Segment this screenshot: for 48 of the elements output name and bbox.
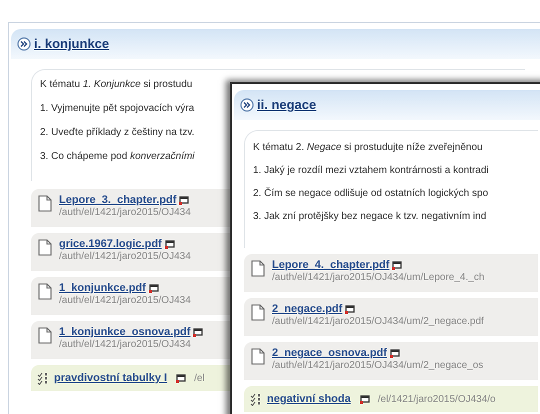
new-window-icon[interactable] xyxy=(164,240,175,248)
file-link[interactable]: Lepore_4._chapter.pdf xyxy=(272,258,390,272)
intro-text: 3. Jak zní protějšky bez negace k tzv. negativním ind xyxy=(253,210,486,224)
intro-text: 1. Jaký je rozdíl mezi vztahem kontrárnosti a kontradi xyxy=(253,164,489,178)
intro-text: K tématu 2. Negace si prostudujte níže zveřejněnou xyxy=(253,141,483,155)
file-path: /auth/el/1421/jaro2015/OJ434 xyxy=(59,295,191,307)
new-window-icon[interactable] xyxy=(360,394,370,404)
intro-text: 2. Čím se negace odlišuje od ostatních logických spo xyxy=(253,187,488,201)
document-icon xyxy=(250,303,266,322)
file-path: /auth/el/1421/jaro2015/OJ434 xyxy=(59,207,191,219)
quiz-path: /el/1421/jaro2015/OJ434/o xyxy=(378,392,496,406)
expand-icon[interactable] xyxy=(17,37,31,51)
new-window-icon[interactable] xyxy=(392,260,402,270)
new-window-icon[interactable] xyxy=(148,284,159,292)
quiz-icon xyxy=(250,392,261,406)
document-icon xyxy=(250,347,266,366)
file-link[interactable]: Lepore_3._chapter.pdf xyxy=(59,193,176,207)
document-icon xyxy=(250,259,266,278)
new-window-icon[interactable] xyxy=(345,304,356,314)
quiz-link[interactable]: negativní shoda xyxy=(267,390,351,408)
file-path: /auth/el/1421/jaro2015/OJ434 xyxy=(59,339,192,351)
quiz-path: /el xyxy=(194,372,205,386)
intro-text: 3. Co chápeme pod konverzačními xyxy=(40,150,195,164)
file-link[interactable]: grice.1967.logic.pdf xyxy=(59,237,162,251)
new-window-icon[interactable] xyxy=(176,374,186,382)
document-icon xyxy=(37,326,53,345)
file-path: /auth/el/1421/jaro2015/OJ434/um/Lepore_4._ch xyxy=(272,272,484,284)
intro-text: K tématu 1. Konjunkce si prostudu xyxy=(40,78,192,92)
document-icon xyxy=(37,194,53,213)
file-link[interactable]: 1_konjunkce.pdf xyxy=(59,281,146,295)
quiz-link[interactable]: pravdivostní tabulky I xyxy=(54,370,168,386)
file-link[interactable]: 2_negace_osnova.pdf xyxy=(272,346,387,360)
intro-text: 2. Uveďte příklady z češtiny na tzv. xyxy=(40,126,194,140)
section-title-link[interactable]: i. konjunkce xyxy=(34,34,110,54)
intro-text: 1. Vyjmenujte pět spojovacích výra xyxy=(40,102,194,116)
section-title-link[interactable]: ii. negace xyxy=(257,95,316,115)
quiz-icon xyxy=(37,372,48,384)
expand-icon[interactable] xyxy=(240,98,254,112)
new-window-icon[interactable] xyxy=(390,348,400,358)
file-path: /auth/el/1421/jaro2015/OJ434 xyxy=(59,251,191,263)
new-window-icon[interactable] xyxy=(179,196,190,204)
file-path: /auth/el/1421/jaro2015/OJ434/um/2_negace_os xyxy=(272,360,484,372)
file-path: /auth/el/1421/jaro2015/OJ434/um/2_negace.pdf xyxy=(272,316,484,328)
file-link[interactable]: 2_negace.pdf xyxy=(272,302,342,316)
document-icon xyxy=(37,238,53,257)
file-link[interactable]: 1_konjunkce_osnova.pdf xyxy=(59,325,190,339)
document-icon xyxy=(37,282,53,301)
new-window-icon[interactable] xyxy=(193,328,204,336)
